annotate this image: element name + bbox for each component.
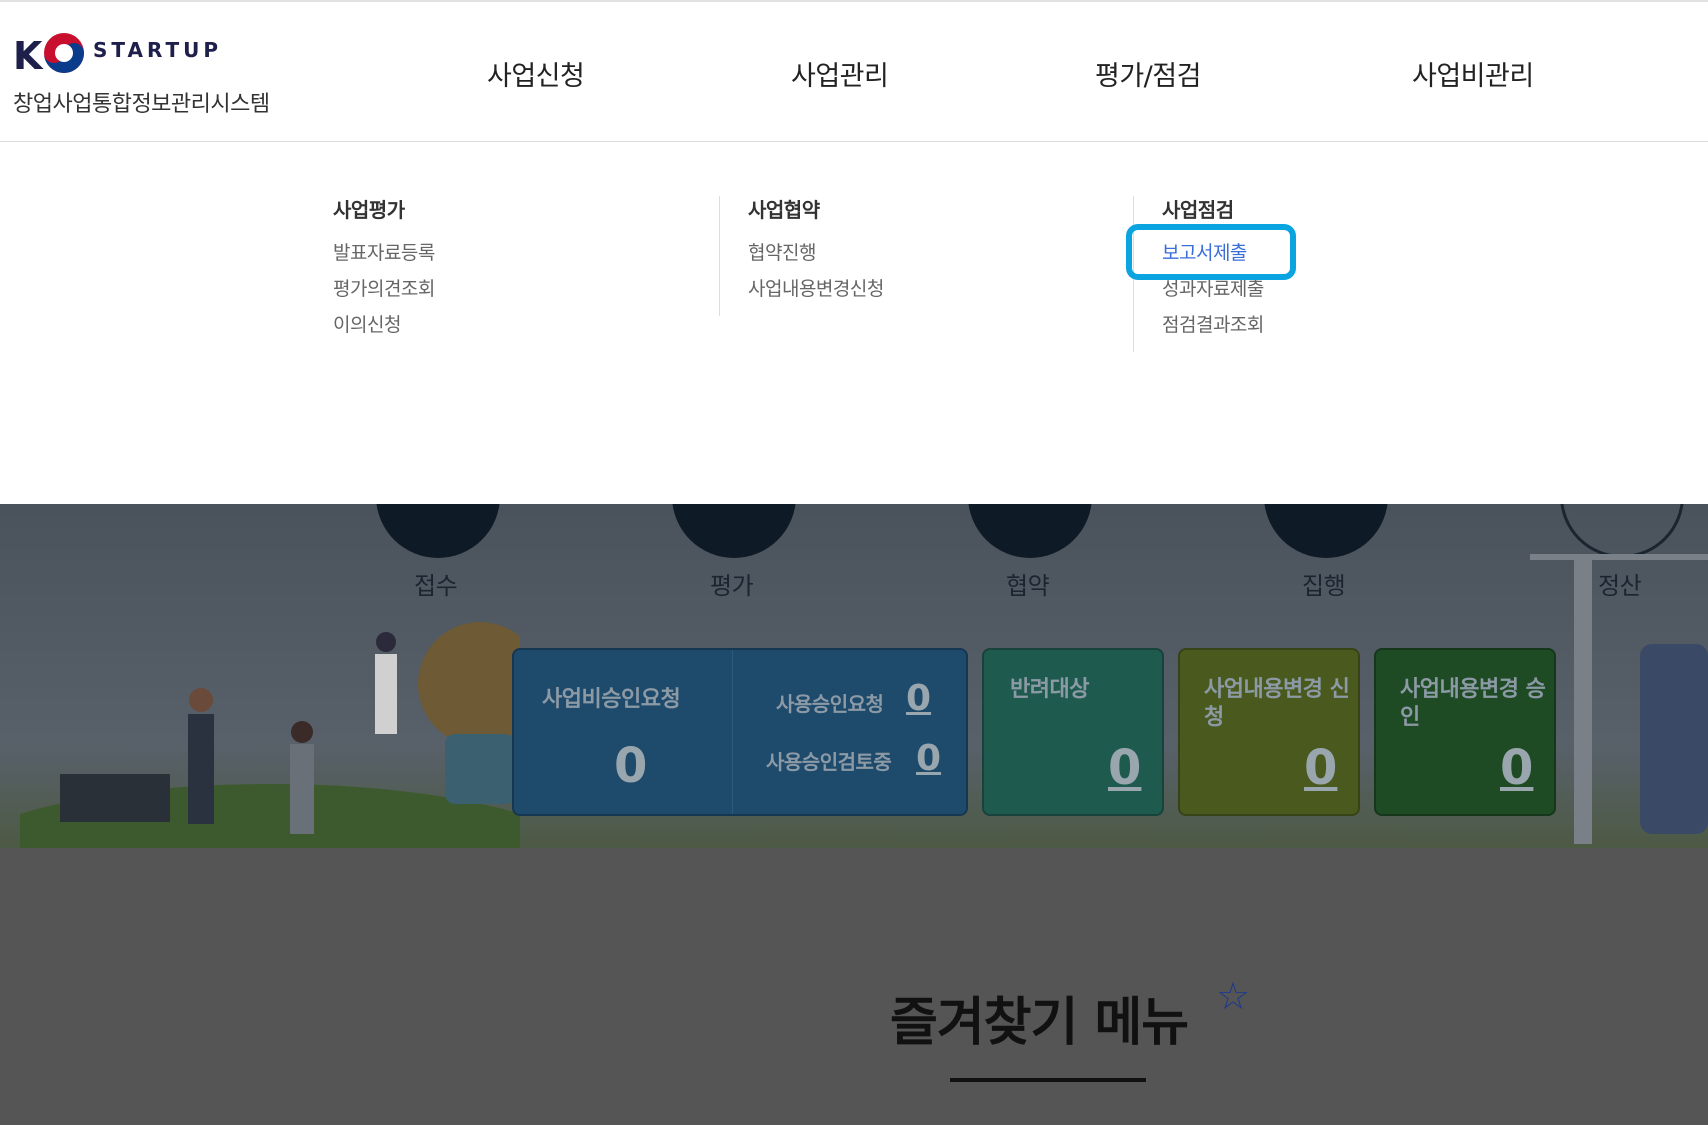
panel-value: 0 bbox=[1304, 740, 1338, 796]
sub-label-use-review: 사용승인검토중 bbox=[766, 750, 892, 774]
stage-icon-execution[interactable] bbox=[1264, 504, 1388, 558]
gnb-business-management[interactable]: 사업관리 bbox=[791, 54, 889, 93]
panel-value: 0 bbox=[1500, 740, 1534, 796]
title-underline bbox=[950, 1078, 1146, 1082]
panel-label: 사업비승인요청 bbox=[542, 687, 681, 712]
startup-illustration bbox=[20, 622, 520, 848]
panel-budget-approval[interactable]: 사업비승인요청 0 사용승인요청 0 사용승인검토중 0 bbox=[512, 648, 968, 816]
menu-item-objection[interactable]: 이의신청 bbox=[333, 310, 401, 337]
menu-item-presentation-upload[interactable]: 발표자료등록 bbox=[333, 238, 435, 265]
menu-title-evaluation: 사업평가 bbox=[333, 198, 405, 222]
gnb-budget-management[interactable]: 사업비관리 bbox=[1412, 54, 1534, 93]
menu-title-inspection: 사업점검 bbox=[1162, 198, 1234, 222]
logo-startup-text: STARTUP bbox=[93, 38, 223, 62]
stage-label-evaluation: 평가 bbox=[710, 572, 754, 600]
stage-icon-receipt[interactable] bbox=[376, 504, 500, 558]
menu-item-agreement-progress[interactable]: 협약진행 bbox=[748, 238, 816, 265]
taegeuk-icon bbox=[44, 33, 84, 73]
menu-item-inspection-result[interactable]: 점검결과조회 bbox=[1162, 310, 1264, 337]
top-header: K STARTUP 창업사업통합정보관리시스템 사업신청 사업관리 평가/점검 … bbox=[0, 0, 1708, 142]
sub-value-use-review[interactable]: 0 bbox=[916, 738, 941, 779]
system-name: 창업사업통합정보관리시스템 bbox=[13, 92, 270, 117]
gnb-business-application[interactable]: 사업신청 bbox=[487, 54, 585, 93]
panel-value: 0 bbox=[614, 738, 648, 794]
hero-dashboard: 접수 평가 협약 집행 정산 사업비승인요청 0 사용승인요청 0 사용승인검토… bbox=[0, 504, 1708, 848]
menu-item-change-request[interactable]: 사업내용변경신청 bbox=[748, 274, 884, 301]
menu-divider bbox=[719, 196, 720, 316]
star-icon[interactable]: ☆ bbox=[1216, 974, 1250, 1018]
gnb-evaluation-inspection[interactable]: 평가/점검 bbox=[1095, 54, 1201, 93]
panel-label: 반려대상 bbox=[1010, 677, 1089, 702]
menu-title-agreement: 사업협약 bbox=[748, 198, 820, 222]
panel-change-approved[interactable]: 사업내용변경 승인 0 bbox=[1374, 648, 1556, 816]
panel-rejected[interactable]: 반려대상 0 bbox=[982, 648, 1164, 816]
menu-item-evaluation-opinion[interactable]: 평가의견조회 bbox=[333, 274, 435, 301]
favorites-title: 즐겨찾기 메뉴 bbox=[890, 993, 1189, 1053]
panel-change-request[interactable]: 사업내용변경 신청 0 bbox=[1178, 648, 1360, 816]
sub-value-use-request[interactable]: 0 bbox=[906, 678, 931, 719]
highlight-box bbox=[1126, 224, 1296, 280]
mega-menu: 사업평가 발표자료등록 평가의견조회 이의신청 사업협약 협약진행 사업내용변경… bbox=[0, 142, 1708, 504]
crane-illustration bbox=[1530, 554, 1708, 844]
stage-label-execution: 집행 bbox=[1302, 572, 1346, 600]
stage-icon-agreement[interactable] bbox=[968, 504, 1092, 558]
panel-label: 사업내용변경 신청 bbox=[1204, 677, 1350, 730]
sub-label-use-request: 사용승인요청 bbox=[776, 692, 884, 716]
stage-icon-evaluation[interactable] bbox=[672, 504, 796, 558]
k-startup-logo[interactable]: K STARTUP 창업사업통합정보관리시스템 bbox=[13, 26, 313, 126]
panel-label: 사업내용변경 승인 bbox=[1400, 677, 1546, 730]
panel-divider bbox=[732, 650, 733, 814]
logo-k: K bbox=[13, 34, 42, 78]
panel-value: 0 bbox=[1108, 740, 1142, 796]
stage-label-agreement: 협약 bbox=[1006, 572, 1050, 600]
